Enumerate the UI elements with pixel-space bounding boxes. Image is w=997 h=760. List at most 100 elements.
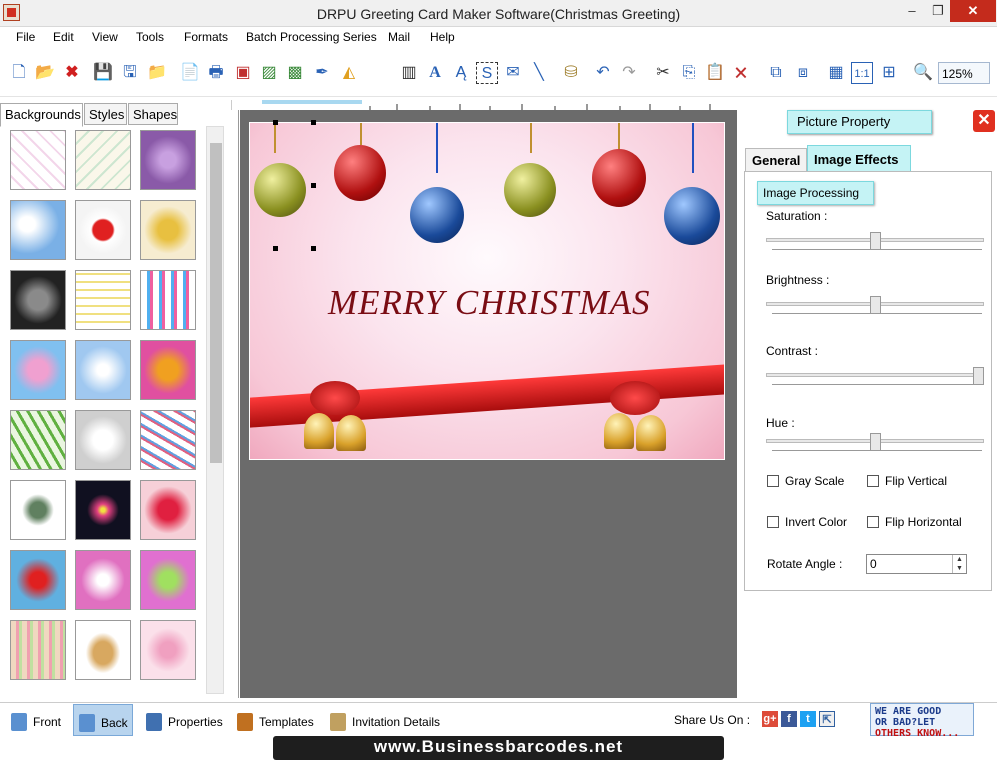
undo-icon[interactable]: ↶	[592, 62, 614, 84]
selection-handle[interactable]	[273, 246, 278, 251]
tab-image-effects[interactable]: Image Effects	[807, 145, 911, 172]
menu-file[interactable]: File	[16, 30, 35, 44]
tab-styles[interactable]: Styles	[84, 103, 127, 125]
background-thumbnail[interactable]	[75, 130, 131, 190]
card-greeting-text[interactable]: MERRY CHRISTMAS	[328, 283, 651, 323]
feedback-badge[interactable]: WE ARE GOOD OR BAD?LET OTHERS KNOW...	[870, 703, 974, 739]
selection-handle[interactable]	[311, 183, 316, 188]
rotate-angle-spinner[interactable]: ▲ ▼	[952, 555, 966, 573]
hue-slider[interactable]	[766, 433, 986, 453]
zoom-icon[interactable]: 🔍	[912, 62, 934, 84]
background-thumbnail[interactable]	[10, 480, 66, 540]
background-thumbnail[interactable]	[75, 270, 131, 330]
facebook-icon[interactable]: f	[781, 711, 797, 727]
back-button[interactable]: Back	[73, 704, 133, 736]
add-image-icon[interactable]: ▩	[284, 62, 306, 84]
invitation-details-button[interactable]: Invitation Details	[330, 704, 450, 736]
background-thumbnail[interactable]	[75, 550, 131, 610]
close-window-button[interactable]: ✕	[950, 0, 996, 22]
background-thumbnail[interactable]	[75, 620, 131, 680]
redo-icon[interactable]: ↷	[618, 62, 640, 84]
database-icon[interactable]: ⛁	[560, 62, 582, 84]
selection-handle[interactable]	[273, 120, 278, 125]
background-thumbnail[interactable]	[75, 410, 131, 470]
close-doc-icon[interactable]: ✖	[61, 62, 83, 84]
background-thumbnail[interactable]	[140, 410, 196, 470]
selection-handle[interactable]	[311, 120, 316, 125]
front-button[interactable]: Front	[5, 704, 71, 736]
cut-icon[interactable]: ✂	[652, 62, 674, 84]
background-thumbnail[interactable]	[75, 340, 131, 400]
saturation-slider[interactable]	[766, 232, 986, 252]
menu-formats[interactable]: Formats	[184, 30, 228, 44]
background-thumbnail[interactable]	[140, 340, 196, 400]
selection-handle[interactable]	[311, 246, 316, 251]
slider-knob[interactable]	[869, 232, 881, 250]
checkbox-box[interactable]	[867, 516, 879, 528]
background-thumbnail[interactable]	[10, 550, 66, 610]
bring-front-icon[interactable]: ⧉	[765, 62, 787, 84]
contrast-slider[interactable]	[766, 367, 986, 387]
mail-icon[interactable]: ✉	[502, 62, 524, 84]
barcode-icon[interactable]: ▥	[398, 62, 420, 84]
background-thumbnail[interactable]	[10, 620, 66, 680]
share-icon[interactable]: ⇱	[819, 711, 835, 727]
background-thumbnail[interactable]	[10, 270, 66, 330]
templates-button[interactable]: Templates	[237, 704, 319, 736]
background-thumbnail[interactable]	[140, 200, 196, 260]
checkbox-box[interactable]	[867, 475, 879, 487]
page-setup-icon[interactable]: 📄	[179, 62, 201, 84]
properties-button[interactable]: Properties	[146, 704, 226, 736]
background-thumbnail[interactable]	[140, 480, 196, 540]
background-thumbnail[interactable]	[10, 200, 66, 260]
actual-size-icon[interactable]: 1:1	[851, 62, 873, 84]
scrollbar-thumb[interactable]	[210, 143, 222, 463]
print-icon[interactable]: 🖶	[205, 62, 227, 84]
slider-knob[interactable]	[869, 296, 881, 314]
shape-icon[interactable]: ◭	[338, 62, 360, 84]
menu-help[interactable]: Help	[430, 30, 455, 44]
menu-mail[interactable]: Mail	[388, 30, 410, 44]
checkbox-box[interactable]	[767, 475, 779, 487]
menu-batch-processing[interactable]: Batch Processing Series	[246, 30, 377, 44]
send-back-icon[interactable]: ⧈	[792, 62, 814, 84]
twitter-icon[interactable]: t	[800, 711, 816, 727]
close-panel-button[interactable]: ✕	[973, 110, 995, 132]
tab-shapes[interactable]: Shapes	[128, 103, 178, 125]
fit-icon[interactable]: ⊞	[878, 62, 900, 84]
line-icon[interactable]: ╲	[528, 62, 550, 84]
zoom-level[interactable]: 125%	[938, 62, 990, 84]
background-thumbnail[interactable]	[75, 480, 131, 540]
new-file-icon[interactable]: 🗋	[8, 62, 30, 84]
flip-vertical-checkbox[interactable]: Flip Vertical	[867, 474, 947, 488]
maximize-button[interactable]: ❐	[926, 0, 950, 22]
pen-icon[interactable]: ✒	[311, 62, 333, 84]
menu-edit[interactable]: Edit	[53, 30, 74, 44]
tab-backgrounds[interactable]: Backgrounds	[0, 103, 83, 127]
brightness-slider[interactable]	[766, 296, 986, 316]
minimize-button[interactable]: –	[898, 0, 926, 22]
copy-icon[interactable]: ⎘	[678, 62, 700, 84]
save-icon[interactable]: 💾	[92, 62, 114, 84]
background-thumbnail[interactable]	[10, 130, 66, 190]
paste-icon[interactable]: 📋	[704, 62, 726, 84]
gray-scale-checkbox[interactable]: Gray Scale	[767, 474, 844, 488]
background-thumbnail[interactable]	[75, 200, 131, 260]
checkbox-box[interactable]	[767, 516, 779, 528]
tab-general[interactable]: General	[745, 148, 807, 172]
open-folder-icon[interactable]: 📂	[34, 62, 56, 84]
background-thumbnail[interactable]	[140, 130, 196, 190]
background-thumbnail[interactable]	[10, 340, 66, 400]
flip-horizontal-checkbox[interactable]: Flip Horizontal	[867, 515, 962, 529]
google-plus-icon[interactable]: g+	[762, 711, 778, 727]
text-icon[interactable]: A	[424, 62, 446, 84]
menu-view[interactable]: View	[92, 30, 118, 44]
text-style-icon[interactable]: Ą	[450, 62, 472, 84]
background-thumbnail[interactable]	[140, 550, 196, 610]
open-icon[interactable]: 📁	[146, 62, 168, 84]
background-thumbnail[interactable]	[140, 620, 196, 680]
background-thumbnail[interactable]	[140, 270, 196, 330]
thumbnails-scrollbar[interactable]	[206, 126, 224, 694]
slider-knob[interactable]	[869, 433, 881, 451]
crop-image-icon[interactable]: ▨	[258, 62, 280, 84]
